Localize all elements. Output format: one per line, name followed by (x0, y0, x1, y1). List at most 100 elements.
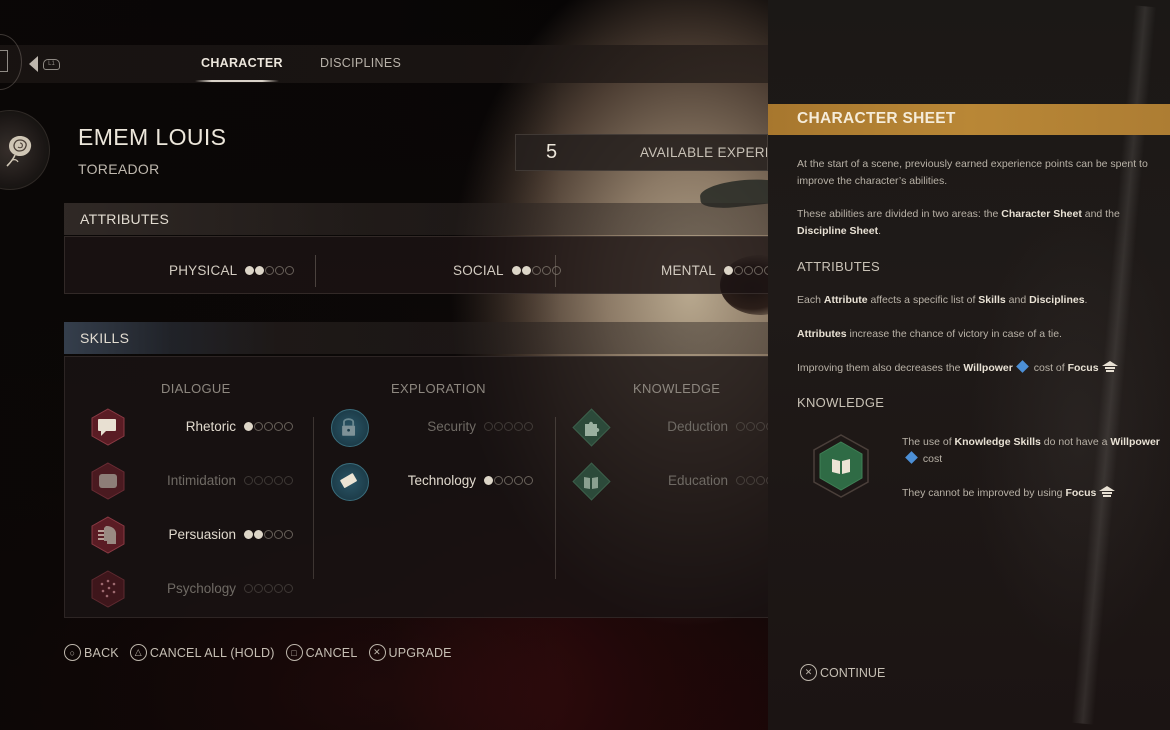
rating-dot-empty (756, 422, 765, 431)
rating-dot-empty (284, 476, 293, 485)
rating-dot-filled (244, 530, 253, 539)
rating-dot-empty (254, 476, 263, 485)
text: and (1005, 294, 1030, 306)
skill-persuasion[interactable]: Persuasion (151, 527, 293, 542)
skill-label: Education (667, 473, 728, 488)
attributes-header: ATTRIBUTES (64, 203, 768, 235)
skill-rhetoric[interactable]: Rhetoric (151, 419, 293, 434)
previous-tab-arrow-icon[interactable] (29, 56, 38, 72)
skill-psychology[interactable]: Psychology (151, 581, 293, 596)
tab-character[interactable]: CHARACTER (201, 56, 283, 70)
button-hints: ○ BACK △ CANCEL ALL (HOLD) □ CANCEL ✕ UP… (64, 644, 452, 661)
rating-dot-empty (284, 422, 293, 431)
help-attributes-title: ATTRIBUTES (797, 259, 880, 274)
keyword-willpower: Willpower (963, 362, 1013, 374)
text: do not have a (1040, 436, 1111, 448)
l1-button-icon[interactable]: L1 (43, 59, 60, 70)
keyword-attribute: Attribute (823, 294, 868, 306)
help-intro-2: These abilities are divided in two areas… (797, 206, 1169, 240)
keyword-discipline-sheet: Discipline Sheet (797, 225, 879, 237)
attribute-label: MENTAL (661, 263, 716, 278)
hint-label: CANCEL ALL (HOLD) (149, 645, 275, 660)
attributes-title: ATTRIBUTES (80, 211, 170, 227)
skill-education[interactable]: Education (625, 473, 785, 488)
willpower-diamond-icon (905, 451, 918, 464)
knowledge-book-icon (813, 434, 869, 498)
rating-dot-filled (521, 266, 531, 275)
back-button[interactable]: ○ BACK (64, 644, 119, 661)
skill-rating (244, 422, 293, 431)
cancel-all-button[interactable]: △ CANCEL ALL (HOLD) (129, 644, 275, 661)
rating-dot-empty (531, 266, 541, 275)
rating-dot-empty (264, 530, 273, 539)
skill-label: Security (427, 419, 476, 434)
rating-dot-empty (265, 266, 275, 275)
keyword-focus: Focus (1065, 487, 1097, 499)
help-panel: CHARACTER SHEET At the start of a scene,… (768, 0, 1170, 730)
rating-dot-empty (274, 530, 283, 539)
text: . (1084, 294, 1088, 306)
skill-intimidation[interactable]: Intimidation (151, 473, 293, 488)
help-attr-2: Attributes increase the chance of victor… (797, 326, 1169, 343)
experience-value: 5 (546, 141, 558, 163)
square-button-icon: □ (285, 644, 303, 661)
column-dialogue-header: DIALOGUE (161, 381, 231, 396)
upgrade-button[interactable]: ✕ UPGRADE (368, 644, 452, 661)
skill-deduction[interactable]: Deduction (625, 419, 785, 434)
cross-button-icon: ✕ (800, 664, 817, 681)
text: Each (797, 294, 824, 306)
attribute-divider (315, 255, 321, 287)
keyword-attributes: Attributes (797, 328, 847, 340)
skill-rating (244, 476, 293, 485)
attribute-label: PHYSICAL (169, 263, 238, 278)
skill-technology[interactable]: Technology (383, 473, 533, 488)
skills-panel: DIALOGUE EXPLORATION KNOWLEDGE Rhetoric … (64, 356, 785, 618)
tab-disciplines[interactable]: DISCIPLINES (320, 56, 401, 70)
keyword-character-sheet: Character Sheet (1001, 208, 1082, 220)
triangle-button-icon: △ (129, 644, 147, 661)
rating-dot-empty (733, 266, 743, 275)
continue-label: CONTINUE (820, 665, 886, 680)
cross-button-icon: ✕ (368, 644, 386, 661)
puzzle-piece-glyph (585, 421, 600, 436)
rating-dot-empty (756, 476, 765, 485)
rating-dot-empty (736, 422, 745, 431)
text: Improving them also decreases the (797, 362, 964, 374)
rating-dot-empty (753, 266, 763, 275)
rating-dot-empty (484, 422, 493, 431)
rating-dot-empty (743, 266, 753, 275)
skills-header: SKILLS (64, 322, 768, 354)
rating-dot-empty (264, 584, 273, 593)
cancel-button[interactable]: □ CANCEL (285, 644, 358, 661)
rating-dot-empty (514, 476, 523, 485)
rating-dot-empty (274, 422, 283, 431)
help-intro-1: At the start of a scene, previously earn… (797, 158, 1148, 187)
character-clan: TOREADOR (78, 161, 160, 177)
rating-dot-empty (254, 584, 263, 593)
skill-security[interactable]: Security (383, 419, 533, 434)
book-glyph (584, 477, 598, 489)
help-panel-header: CHARACTER SHEET (768, 104, 1170, 135)
hint-label: CANCEL (305, 645, 358, 660)
rating-dot-empty (514, 422, 523, 431)
attribute-mental[interactable]: MENTAL (661, 263, 773, 278)
rating-dot-empty (284, 584, 293, 593)
focus-arrow-icon (1099, 486, 1116, 497)
attribute-social[interactable]: SOCIAL (453, 263, 561, 278)
rating-dot-empty (494, 422, 503, 431)
text: The use of (902, 436, 955, 448)
rating-dot-empty (746, 422, 755, 431)
attribute-rating (723, 266, 773, 275)
text: These abilities are divided in two areas… (797, 208, 1002, 220)
text: They cannot be improved by using (902, 487, 1066, 499)
rating-dot-filled (254, 530, 263, 539)
column-exploration-header: EXPLORATION (391, 381, 486, 396)
fist-icon (91, 462, 125, 500)
continue-button[interactable]: ✕ CONTINUE (800, 664, 885, 681)
experience-counter: 5 AVAILABLE EXPERIENCE (515, 134, 768, 171)
rating-dot-empty (504, 476, 513, 485)
attribute-physical[interactable]: PHYSICAL (169, 263, 295, 278)
text: and the (1081, 208, 1120, 220)
skill-label: Technology (407, 473, 476, 488)
circle-button-icon: ○ (64, 644, 81, 661)
